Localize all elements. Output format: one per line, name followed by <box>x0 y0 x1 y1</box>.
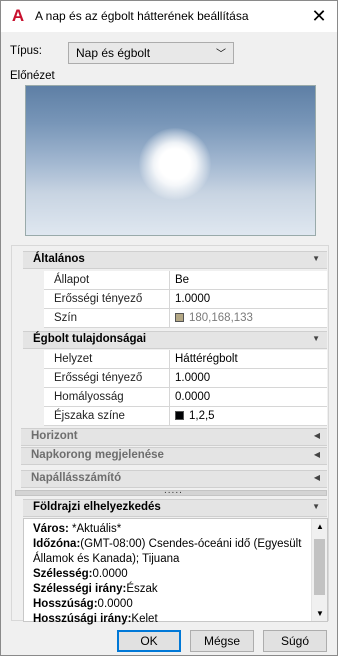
collapse-arrow-icon: ▼ <box>312 502 320 511</box>
prop-key: Homályosság <box>54 391 124 403</box>
prop-value: 1.0000 <box>175 293 211 305</box>
expand-arrow-icon: ◀ <box>313 431 320 440</box>
section-general-header[interactable]: Általános ▼ <box>23 251 327 269</box>
prop-key: Éjszaka színe <box>54 410 125 422</box>
prop-key: Állapot <box>54 274 90 286</box>
info-scrollbar[interactable]: ▲ ▼ <box>311 519 327 621</box>
color-swatch <box>175 411 184 420</box>
geo-info-text: Város: *Aktuális* Időzóna:(GMT-08:00) Cs… <box>33 522 311 627</box>
autocad-logo-icon: A <box>11 6 25 25</box>
section-general-title: Általános <box>33 253 85 265</box>
prop-key: Helyzet <box>54 353 93 365</box>
prop-row-haze[interactable]: Homályosság 0.0000 <box>44 388 327 407</box>
chevron-down-icon: ﹀ <box>216 49 226 60</box>
column-divider <box>169 388 170 407</box>
prop-value: 180,168,133 <box>175 312 253 324</box>
dialog-window: A A nap és az égbolt hátterének beállítá… <box>0 0 338 656</box>
section-horizon-header[interactable]: Horizont ◀ <box>21 428 327 446</box>
section-geo-header[interactable]: Földrajzi elhelyezkedés ▼ <box>23 499 327 517</box>
prop-row-night-color[interactable]: Éjszaka színe 1,2,5 <box>44 407 327 426</box>
geo-line-lat-dir: Szélességi irány:Észak <box>33 583 158 595</box>
column-divider <box>169 290 170 309</box>
scroll-down-icon[interactable]: ▼ <box>316 609 324 618</box>
prop-row-sky-intensity[interactable]: Erősségi tényező 1.0000 <box>44 369 327 388</box>
expand-arrow-icon: ◀ <box>313 473 320 482</box>
type-select[interactable]: Nap és égbolt ﹀ <box>68 42 234 64</box>
collapse-arrow-icon: ▼ <box>312 334 320 343</box>
title-bar: A A nap és az égbolt hátterének beállítá… <box>1 1 337 32</box>
column-divider <box>169 350 170 369</box>
geo-line-latitude: Szélesség:0.0000 <box>33 568 128 580</box>
preview-label: Előnézet <box>10 70 55 82</box>
prop-row-color[interactable]: Szín 180,168,133 <box>44 309 327 328</box>
column-divider <box>169 271 170 290</box>
prop-value: Be <box>175 274 190 286</box>
prop-value: 0.0000 <box>175 391 211 403</box>
prop-row-status[interactable]: Állapot Be <box>44 271 327 290</box>
prop-value: 1,2,5 <box>175 410 215 422</box>
geo-line-timezone: Időzóna:(GMT-08:00) Csendes-óceáni idő (… <box>33 538 302 565</box>
prop-key: Szín <box>54 312 78 324</box>
section-sundisk-header[interactable]: Napkorong megjelenése ◀ <box>21 447 327 465</box>
geo-line-longitude: Hosszúság:0.0000 <box>33 598 133 610</box>
column-divider <box>169 309 170 328</box>
geo-line-lon-dir: Hosszúsági irány:Kelet <box>33 613 158 625</box>
section-sky-title: Égbolt tulajdonságai <box>33 333 147 345</box>
prop-key: Erősségi tényező <box>54 372 143 384</box>
collapse-arrow-icon: ▼ <box>312 254 320 263</box>
color-swatch <box>175 313 184 322</box>
cancel-button[interactable]: Mégse <box>190 630 254 652</box>
help-button[interactable]: Súgó <box>263 630 327 652</box>
section-horizon-title: Horizont <box>31 430 78 442</box>
section-geo-title: Földrajzi elhelyezkedés <box>33 501 161 513</box>
ok-button[interactable]: OK <box>117 630 181 652</box>
scroll-up-icon[interactable]: ▲ <box>316 522 324 531</box>
expand-arrow-icon: ◀ <box>313 450 320 459</box>
window-title: A nap és az égbolt hátterének beállítása <box>35 9 249 23</box>
prop-key: Erősségi tényező <box>54 293 143 305</box>
section-sun-calc-title: Napállásszámító <box>31 472 122 484</box>
column-divider <box>169 407 170 426</box>
panel-splitter[interactable]: ..... <box>15 485 327 496</box>
color-value: 180,168,133 <box>189 312 253 324</box>
prop-row-position[interactable]: Helyzet Háttérégbolt <box>44 350 327 369</box>
grip-dots: ..... <box>164 485 183 496</box>
section-sky-header[interactable]: Égbolt tulajdonságai ▼ <box>23 331 327 349</box>
close-icon[interactable]: ✕ <box>309 6 329 26</box>
prop-row-intensity[interactable]: Erősségi tényező 1.0000 <box>44 290 327 309</box>
scrollbar-thumb[interactable] <box>314 539 325 595</box>
type-select-value: Nap és égbolt <box>76 46 151 60</box>
geo-line-city: Város: *Aktuális* <box>33 523 122 535</box>
sky-preview <box>25 85 316 236</box>
prop-value: Háttérégbolt <box>175 353 238 365</box>
type-label: Típus: <box>10 45 42 57</box>
prop-value: 1.0000 <box>175 372 211 384</box>
geo-info-box: Város: *Aktuális* Időzóna:(GMT-08:00) Cs… <box>23 518 328 625</box>
sun-glow <box>139 128 211 200</box>
column-divider <box>169 369 170 388</box>
section-sundisk-title: Napkorong megjelenése <box>31 449 164 461</box>
night-color-value: 1,2,5 <box>189 410 215 422</box>
